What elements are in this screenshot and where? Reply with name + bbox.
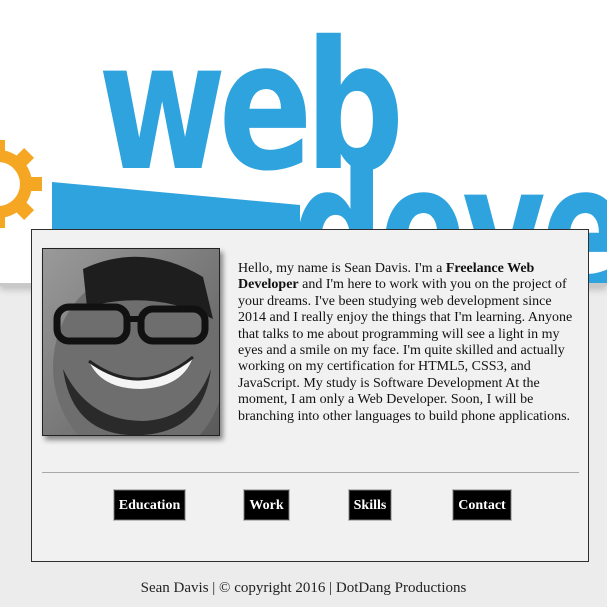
profile-photo bbox=[42, 248, 220, 436]
gear-icon bbox=[0, 140, 42, 228]
skills-button[interactable]: Skills bbox=[349, 490, 391, 520]
intro-text-start: Hello, my name is Sean Davis. I'm a bbox=[238, 261, 446, 276]
section-nav: Education Work Skills Contact bbox=[32, 490, 588, 522]
contact-button[interactable]: Contact bbox=[453, 490, 511, 520]
footer-copyright: Sean Davis | © copyright 2016 | DotDang … bbox=[140, 580, 467, 596]
profile-photo-illustration bbox=[43, 249, 219, 435]
intro-text-rest: and I'm here to work with you on the pro… bbox=[238, 277, 573, 424]
about-card: Hello, my name is Sean Davis. I'm a Free… bbox=[31, 229, 589, 562]
work-button[interactable]: Work bbox=[244, 490, 289, 520]
section-divider bbox=[42, 472, 579, 473]
education-button[interactable]: Education bbox=[114, 490, 185, 520]
intro-paragraph: Hello, my name is Sean Davis. I'm a Free… bbox=[238, 261, 576, 425]
